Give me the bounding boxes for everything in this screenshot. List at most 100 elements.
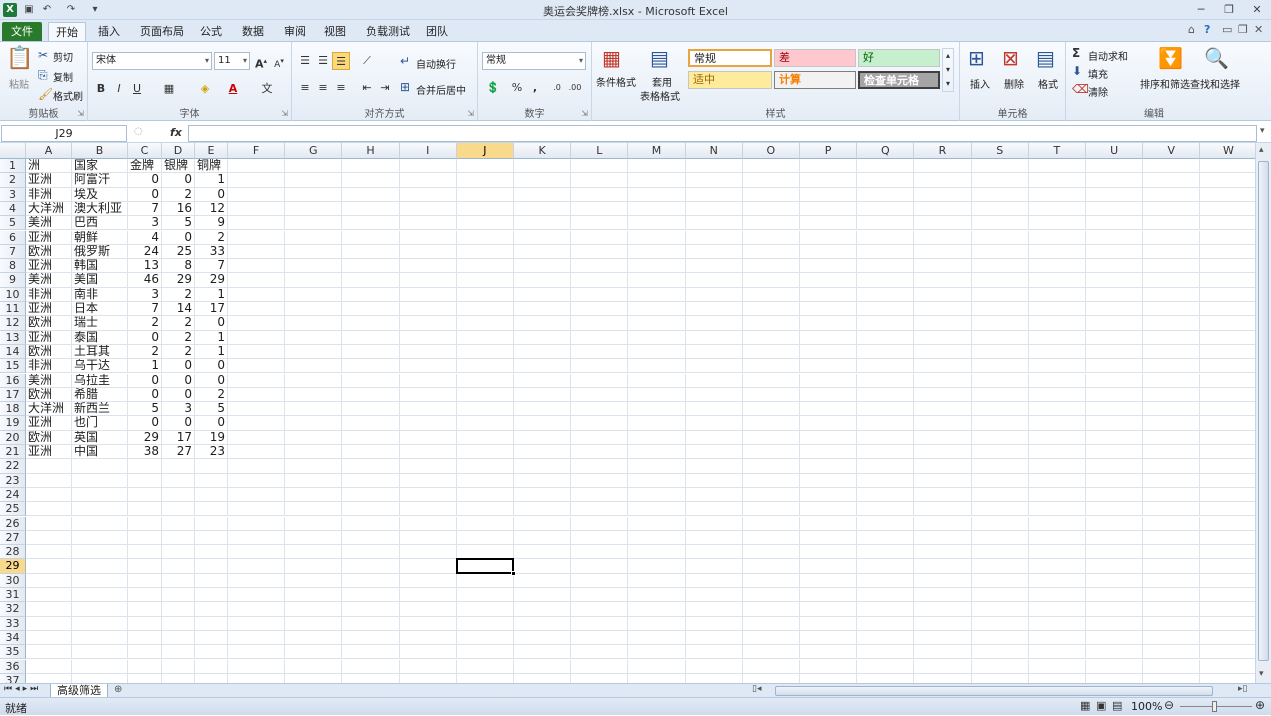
cell-u17[interactable]	[1086, 387, 1144, 403]
sheet-tab-advanced-filter[interactable]: 高级筛选	[50, 684, 108, 698]
cell-r1[interactable]	[914, 159, 972, 174]
cell-r4[interactable]	[914, 201, 972, 217]
cell-d15[interactable]: 0	[162, 359, 195, 374]
cell-a9[interactable]: 美洲	[26, 273, 72, 288]
cell-m1[interactable]	[628, 159, 686, 174]
format-cells-button[interactable]: 格式	[1038, 76, 1058, 91]
cell-q29[interactable]	[857, 559, 915, 574]
cell-i14[interactable]	[399, 344, 457, 360]
cell-o34[interactable]	[742, 630, 800, 646]
cell-i3[interactable]	[399, 187, 457, 202]
cell-c16[interactable]: 0	[128, 373, 162, 388]
cell-j26[interactable]	[456, 516, 514, 531]
row-header-35[interactable]: 35	[0, 645, 26, 660]
cell-v29[interactable]	[1143, 559, 1201, 574]
cell-g22[interactable]	[285, 459, 343, 474]
cell-b9[interactable]: 美国	[72, 273, 128, 288]
cell-m28[interactable]	[628, 545, 686, 560]
cell-t10[interactable]	[1028, 287, 1086, 302]
cell-u30[interactable]	[1086, 573, 1144, 588]
cell-v37[interactable]	[1143, 673, 1201, 683]
column-header-f[interactable]: F	[228, 143, 286, 159]
cell-q35[interactable]	[857, 645, 915, 660]
cell-v30[interactable]	[1143, 573, 1201, 588]
cell-p10[interactable]	[800, 287, 858, 302]
column-header-r[interactable]: R	[914, 143, 972, 159]
cell-p14[interactable]	[800, 344, 858, 360]
cell-p25[interactable]	[800, 502, 858, 517]
cell-a8[interactable]: 亚洲	[26, 259, 72, 274]
cell-h16[interactable]	[342, 373, 400, 388]
cell-c23[interactable]	[128, 473, 162, 488]
cell-e12[interactable]: 0	[195, 316, 228, 331]
cell-g29[interactable]	[285, 559, 343, 574]
cell-g15[interactable]	[285, 359, 343, 374]
cell-r9[interactable]	[914, 273, 972, 288]
cell-w16[interactable]	[1200, 374, 1255, 388]
cell-l14[interactable]	[571, 344, 629, 360]
cell-f6[interactable]	[228, 230, 286, 245]
cell-p3[interactable]	[800, 187, 858, 202]
new-sheet-icon[interactable]: ⊕	[114, 684, 122, 695]
cell-r30[interactable]	[914, 573, 972, 588]
cell-h2[interactable]	[342, 173, 400, 188]
cell-f25[interactable]	[228, 502, 286, 517]
cell-v7[interactable]	[1143, 244, 1201, 260]
cell-i31[interactable]	[399, 588, 457, 603]
cell-t7[interactable]	[1028, 244, 1086, 260]
cell-t8[interactable]	[1028, 259, 1086, 274]
row-header-12[interactable]: 12	[0, 316, 26, 331]
cell-c21[interactable]: 38	[128, 445, 162, 460]
cell-q8[interactable]	[857, 259, 915, 274]
cell-g12[interactable]	[285, 316, 343, 331]
cell-f20[interactable]	[228, 430, 286, 445]
cell-l3[interactable]	[571, 187, 629, 202]
shrink-font-button[interactable]: A▾	[270, 52, 288, 70]
cell-d30[interactable]	[162, 573, 195, 588]
cell-v8[interactable]	[1143, 259, 1201, 274]
cell-q3[interactable]	[857, 187, 915, 202]
scroll-right-icon[interactable]: ▸▯	[1238, 684, 1247, 694]
cell-w3[interactable]	[1200, 188, 1255, 202]
cell-f15[interactable]	[228, 359, 286, 374]
cell-e23[interactable]	[195, 473, 228, 488]
cell-n8[interactable]	[685, 259, 743, 274]
cell-s29[interactable]	[971, 559, 1029, 574]
column-header-k[interactable]: K	[514, 143, 572, 159]
cell-v1[interactable]	[1143, 159, 1201, 174]
cell-d2[interactable]: 0	[162, 173, 195, 188]
cell-v36[interactable]	[1143, 659, 1201, 674]
cell-c1[interactable]: 金牌	[128, 159, 162, 174]
cell-c5[interactable]: 3	[128, 216, 162, 231]
cell-l10[interactable]	[571, 287, 629, 302]
cell-a15[interactable]: 非洲	[26, 359, 72, 374]
cell-e2[interactable]: 1	[195, 173, 228, 188]
cell-w27[interactable]	[1200, 531, 1255, 546]
cell-u14[interactable]	[1086, 344, 1144, 360]
cell-s20[interactable]	[971, 430, 1029, 445]
cell-o12[interactable]	[742, 316, 800, 331]
font-launcher-icon[interactable]: ⇲	[281, 109, 288, 118]
cell-n28[interactable]	[685, 545, 743, 560]
cell-a10[interactable]: 非洲	[26, 287, 72, 302]
cell-a36[interactable]	[26, 659, 72, 674]
cell-d34[interactable]	[162, 630, 195, 646]
cell-b3[interactable]: 埃及	[72, 187, 128, 202]
cell-s34[interactable]	[971, 630, 1029, 646]
cell-o25[interactable]	[742, 502, 800, 517]
cell-k13[interactable]	[514, 330, 572, 345]
cell-u32[interactable]	[1086, 602, 1144, 617]
cell-q22[interactable]	[857, 459, 915, 474]
cell-c14[interactable]: 2	[128, 344, 162, 360]
cell-t5[interactable]	[1028, 216, 1086, 231]
cell-m35[interactable]	[628, 645, 686, 660]
cell-f1[interactable]	[228, 159, 286, 174]
cell-n26[interactable]	[685, 516, 743, 531]
insert-cells-button[interactable]: 插入	[970, 76, 990, 91]
cell-b23[interactable]	[72, 473, 128, 488]
cell-j20[interactable]	[456, 430, 514, 445]
cell-c26[interactable]	[128, 516, 162, 531]
style-check-cell[interactable]: 检查单元格	[858, 71, 940, 89]
cell-m3[interactable]	[628, 187, 686, 202]
cell-l1[interactable]	[571, 159, 629, 174]
